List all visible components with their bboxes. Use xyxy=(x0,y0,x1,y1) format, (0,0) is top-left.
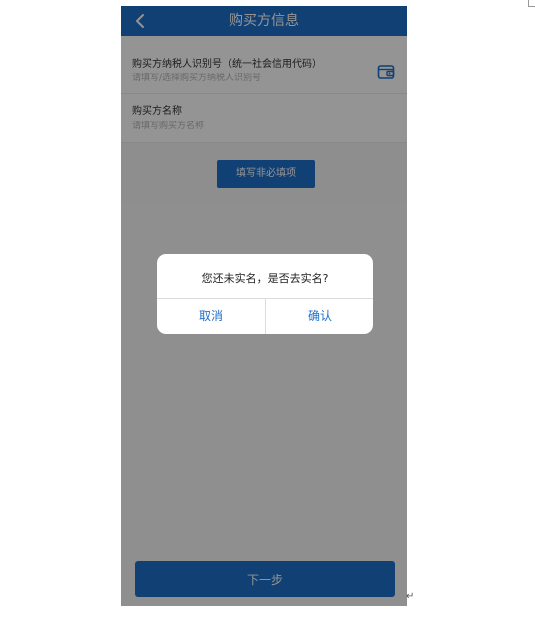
dialog-message: 您还未实名，是否去实名? xyxy=(201,272,329,285)
confirm-button[interactable]: 确认 xyxy=(266,299,373,334)
paragraph-return-mark: ↵ xyxy=(406,591,415,602)
real-name-dialog: 您还未实名，是否去实名? 取消 确认 xyxy=(157,254,373,334)
screenshot-canvas: 购买方信息 购买方纳税人识别号（统一社会信用代码） 购买方名称 填写非必填项 下… xyxy=(0,0,535,618)
page-corner-mark xyxy=(528,0,535,7)
phone-screen: 购买方信息 购买方纳税人识别号（统一社会信用代码） 购买方名称 填写非必填项 下… xyxy=(121,6,407,606)
cancel-button[interactable]: 取消 xyxy=(157,299,265,334)
